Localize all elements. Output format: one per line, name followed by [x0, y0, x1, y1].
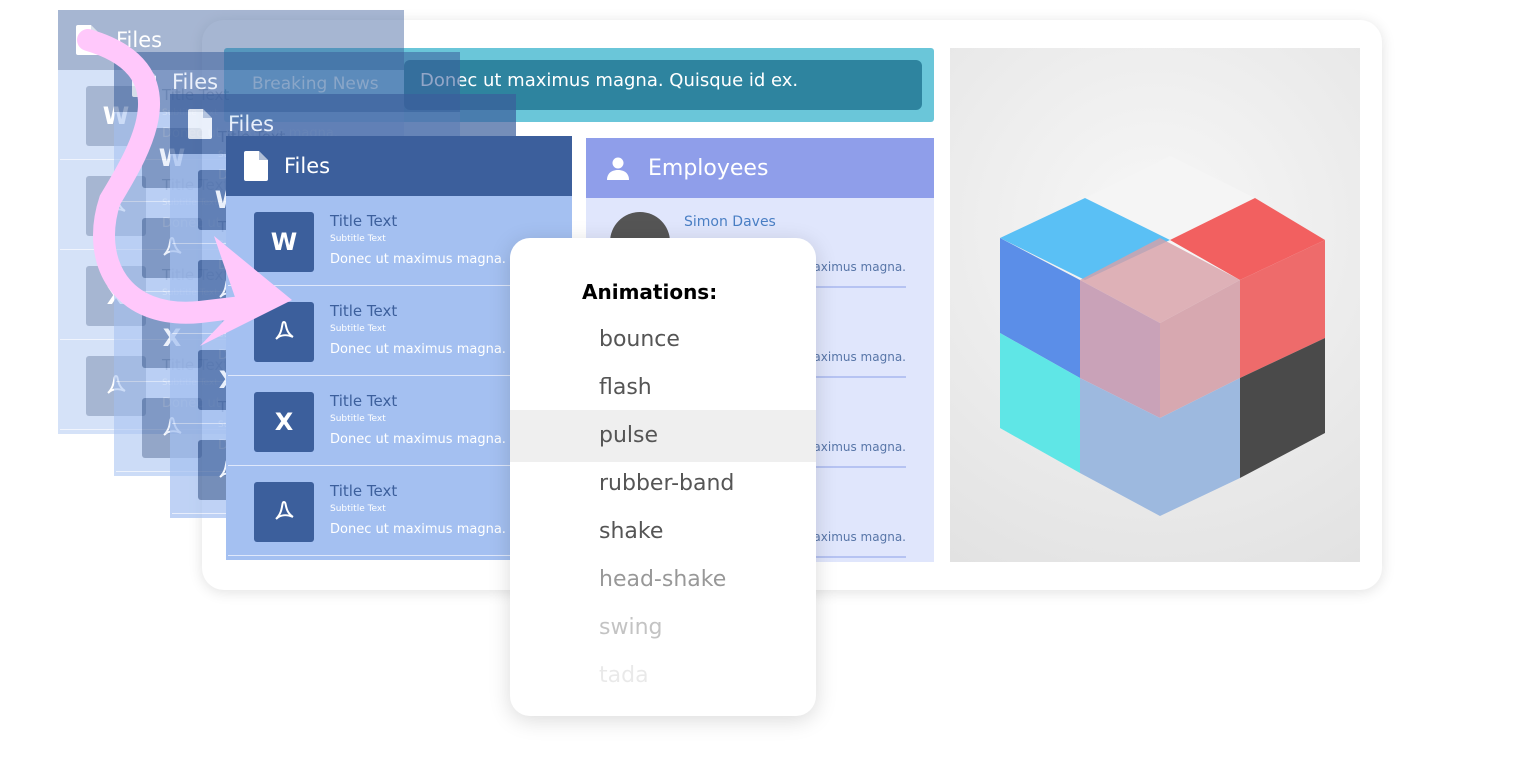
employee-name[interactable]: Simon Daves — [684, 214, 776, 230]
employees-header: Employees — [586, 138, 934, 198]
dropdown-item-head-shake[interactable]: head-shake — [510, 554, 816, 606]
pdf-icon — [254, 482, 314, 542]
excel-icon: X — [254, 392, 314, 452]
curved-arrow-icon — [77, 29, 292, 346]
animations-dropdown: Animations: bounce flash pulse rubber-band s… — [510, 238, 816, 716]
dropdown-heading: Animations: — [582, 280, 718, 304]
file-title: Title Text — [330, 392, 398, 410]
dropdown-item-swing[interactable]: swing — [510, 602, 816, 654]
dropdown-item-flash[interactable]: flash — [510, 362, 816, 414]
file-subtitle: Subtitle Text — [330, 414, 386, 424]
dropdown-item-shake[interactable]: shake — [510, 506, 816, 558]
cube-image — [950, 48, 1360, 562]
file-text: Donec ut maximus magna. — [330, 432, 506, 447]
dropdown-item-tada[interactable]: tada — [510, 650, 816, 702]
file-subtitle: Subtitle Text — [330, 504, 386, 514]
file-title: Title Text — [330, 482, 398, 500]
dropdown-item-rubber-band[interactable]: rubber-band — [510, 458, 816, 510]
dropdown-item-pulse[interactable]: pulse — [510, 410, 816, 462]
employees-title: Employees — [648, 155, 769, 181]
file-text: Donec ut maximus magna. — [330, 522, 506, 537]
person-icon — [607, 157, 629, 180]
dropdown-item-bounce[interactable]: bounce — [510, 314, 816, 366]
